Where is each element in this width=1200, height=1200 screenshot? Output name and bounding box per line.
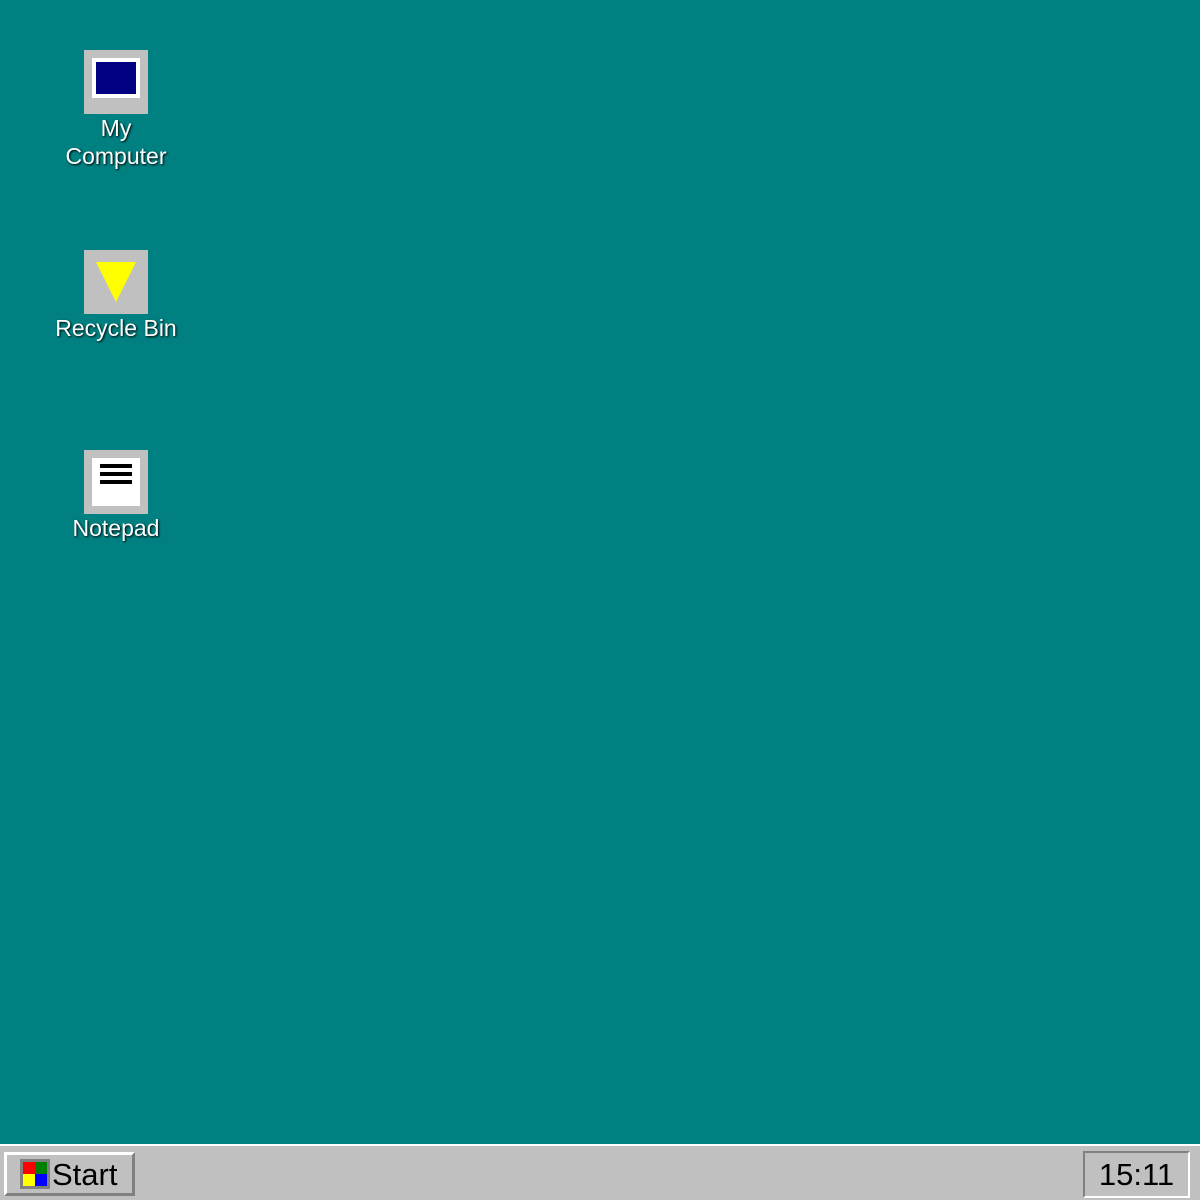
recycle-bin-shape [96, 262, 136, 302]
logo-quadrant-red [23, 1162, 35, 1174]
desktop-icon-label: Notepad [72, 515, 160, 541]
desktop[interactable]: My Computer Recycle Bin Notepad [0, 0, 1200, 1144]
notepad-line [100, 472, 132, 476]
notepad-page [92, 458, 140, 506]
monitor-screen [92, 58, 140, 98]
desktop-icon-label: Recycle Bin [55, 315, 177, 341]
recycle-bin-icon[interactable] [84, 250, 148, 314]
logo-quadrant-yellow [23, 1174, 35, 1186]
logo-quadrant-blue [35, 1174, 47, 1186]
desktop-icon-my-computer[interactable]: My Computer [41, 50, 191, 170]
desktop-icon-notepad[interactable]: Notepad [41, 450, 191, 542]
logo-quadrant-green [35, 1162, 47, 1174]
notepad-line [100, 464, 132, 468]
notepad-line [100, 480, 132, 484]
my-computer-icon[interactable] [84, 50, 148, 114]
desktop-icon-label: My Computer [65, 115, 167, 169]
taskbar-clock[interactable]: 15:11 [1083, 1151, 1190, 1198]
taskbar: Start 15:11 [0, 1144, 1200, 1200]
windows-logo-icon [20, 1159, 50, 1189]
start-button[interactable]: Start [4, 1152, 135, 1196]
desktop-icon-recycle-bin[interactable]: Recycle Bin [41, 250, 191, 342]
notepad-icon[interactable] [84, 450, 148, 514]
start-label: Start [52, 1156, 118, 1192]
